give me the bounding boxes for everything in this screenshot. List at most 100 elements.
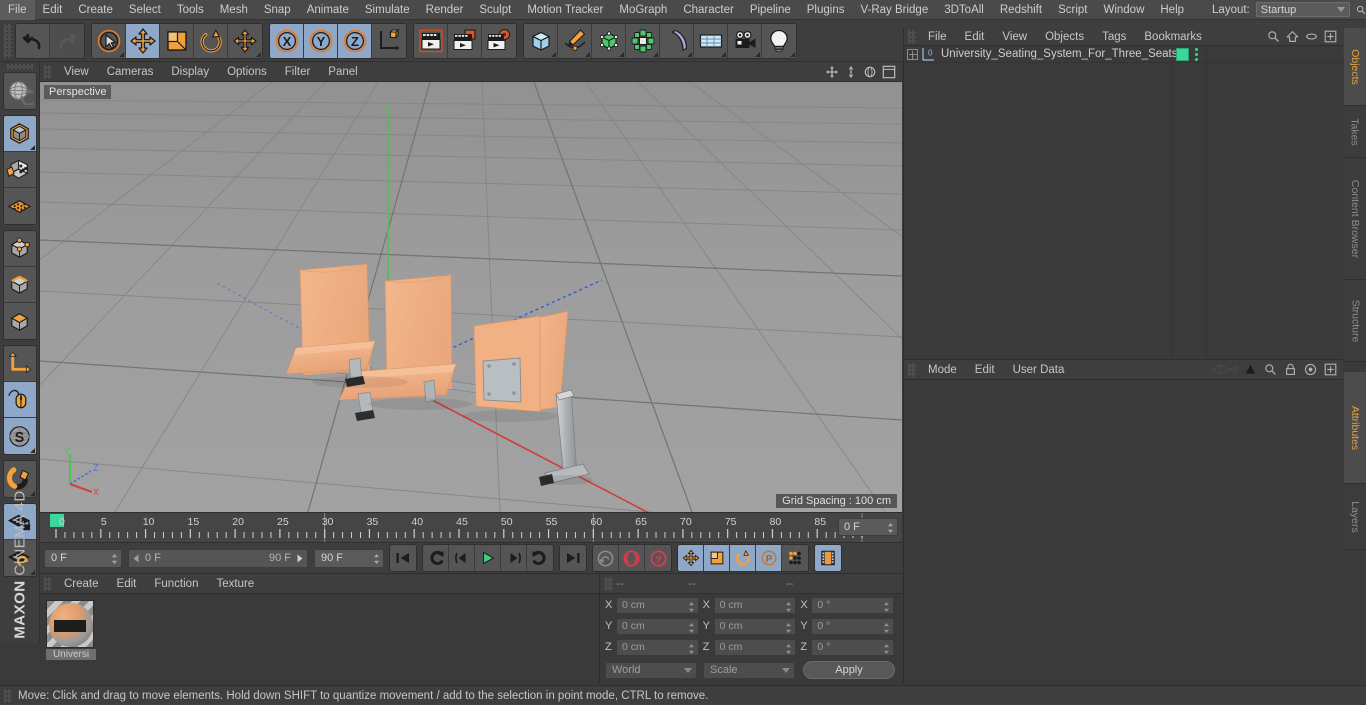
position-x-field[interactable]: 0 cm [616,596,699,614]
z-axis-lock-button[interactable]: Z [338,23,372,58]
object-menu-objects[interactable]: Objects [1036,28,1093,46]
lock-icon[interactable] [1284,363,1297,376]
material-tag-icon[interactable] [1176,48,1189,61]
object-menu-view[interactable]: View [993,28,1036,46]
undo-view-button[interactable] [3,73,36,109]
maximize-view-icon[interactable] [882,65,896,79]
home-icon[interactable] [1286,30,1299,43]
menu-simulate[interactable]: Simulate [357,0,418,20]
target-icon[interactable] [1304,363,1317,376]
menu-motion-tracker[interactable]: Motion Tracker [519,0,611,20]
object-menu-edit[interactable]: Edit [956,28,994,46]
spinner-icon[interactable] [883,622,890,634]
material-grip[interactable] [44,576,52,591]
spinner-icon[interactable] [688,622,695,634]
size-x-field[interactable]: 0 cm [713,596,797,614]
render-settings-button[interactable] [482,23,516,58]
range-left-handle-icon[interactable] [132,554,141,563]
go-to-start-button[interactable] [390,545,416,571]
workplane-button[interactable]: S [3,418,36,454]
viewport-menu-filter[interactable]: Filter [276,62,320,82]
scale-key-button[interactable] [704,545,730,571]
material-menu-edit[interactable]: Edit [108,574,146,594]
menu-mograph[interactable]: MoGraph [611,0,675,20]
menu-help[interactable]: Help [1152,0,1192,20]
cube-primitive-button[interactable] [524,23,558,58]
mograph-array-button[interactable] [626,23,660,58]
coord-system-dropdown[interactable]: World [605,661,697,679]
menu-create[interactable]: Create [70,0,121,20]
spinner-icon[interactable] [887,522,894,534]
spinner-icon[interactable] [373,553,380,565]
rotate-tool-button[interactable] [194,23,228,58]
rotation-z-field[interactable]: 0 ° [811,638,895,656]
menu-render[interactable]: Render [418,0,472,20]
expand-icon[interactable] [1324,30,1337,43]
texture-mode-button[interactable] [3,152,36,188]
render-to-picture-viewer-button[interactable] [448,23,482,58]
transport-current-frame[interactable]: 0 F [44,548,122,568]
live-selection-button[interactable] [92,23,126,58]
timeline-view-button[interactable] [815,545,841,571]
viewport-menu-display[interactable]: Display [162,62,218,82]
menu-tools[interactable]: Tools [169,0,212,20]
object-manager-grip[interactable] [908,29,916,44]
material-menu-texture[interactable]: Texture [207,574,263,594]
history-arrow-icon[interactable] [1211,363,1237,376]
size-z-field[interactable]: 0 cm [713,638,797,656]
layout-select[interactable]: Startup [1255,2,1350,17]
scale-tool-button[interactable] [160,23,194,58]
spinner-icon[interactable] [883,643,890,655]
preview-range-slider[interactable]: 0 F 90 F [128,548,308,568]
object-menu-file[interactable]: File [919,28,956,46]
record-key-button[interactable] [593,545,619,571]
polygon-mode-button[interactable] [3,303,36,339]
zoom-view-icon[interactable] [844,65,858,79]
point-level-anim-button[interactable] [782,545,808,571]
viewport-menu-panel[interactable]: Panel [319,62,366,82]
menu-file[interactable]: File [0,0,35,20]
expand-icon[interactable] [1324,363,1337,376]
move-tool-button[interactable] [126,23,160,58]
spinner-icon[interactable] [111,553,118,565]
tab-layers[interactable]: Layers [1344,484,1366,550]
x-axis-lock-button[interactable]: X [270,23,304,58]
next-key-button[interactable] [527,545,553,571]
expand-toggle-icon[interactable] [907,48,918,60]
spinner-icon[interactable] [688,601,695,613]
spinner-icon[interactable] [785,622,792,634]
edge-mode-button[interactable] [3,267,36,303]
menu-redshift[interactable]: Redshift [992,0,1050,20]
y-axis-lock-button[interactable]: Y [304,23,338,58]
object-menu-bookmarks[interactable]: Bookmarks [1135,28,1211,46]
menu-snap[interactable]: Snap [256,0,299,20]
attributes-menu-mode[interactable]: Mode [919,360,966,380]
attributes-grip[interactable] [908,362,916,377]
menu-sculpt[interactable]: Sculpt [471,0,519,20]
make-editable-button[interactable] [3,116,36,152]
tab-attributes[interactable]: Attributes [1344,372,1366,484]
attributes-content[interactable] [904,380,1343,684]
rotation-key-button[interactable] [730,545,756,571]
viewport-solo-button[interactable] [3,188,36,224]
menu-animate[interactable]: Animate [299,0,357,20]
menu-window[interactable]: Window [1095,0,1152,20]
point-mode-button[interactable] [3,231,36,267]
coordinates-grip[interactable] [605,576,613,591]
transport-end-frame[interactable]: 90 F [314,548,384,568]
redo-button[interactable] [50,23,84,58]
search-icon[interactable] [1264,363,1277,376]
attributes-menu-user-data[interactable]: User Data [1004,360,1074,380]
step-forward-button[interactable] [501,545,527,571]
size-mode-dropdown[interactable]: Scale [703,661,795,679]
menu-v-ray-bridge[interactable]: V-Ray Bridge [852,0,936,20]
viewport-grip[interactable] [44,64,52,79]
object-axis-button[interactable] [3,346,36,382]
menu-pipeline[interactable]: Pipeline [742,0,799,20]
current-frame-field[interactable]: 0 F [838,518,898,536]
spinner-icon[interactable] [785,643,792,655]
menu-3dtoall[interactable]: 3DToAll [936,0,992,20]
search-icon[interactable] [1356,3,1366,17]
rotation-x-field[interactable]: 0 ° [811,596,895,614]
autokey-button[interactable] [619,545,645,571]
